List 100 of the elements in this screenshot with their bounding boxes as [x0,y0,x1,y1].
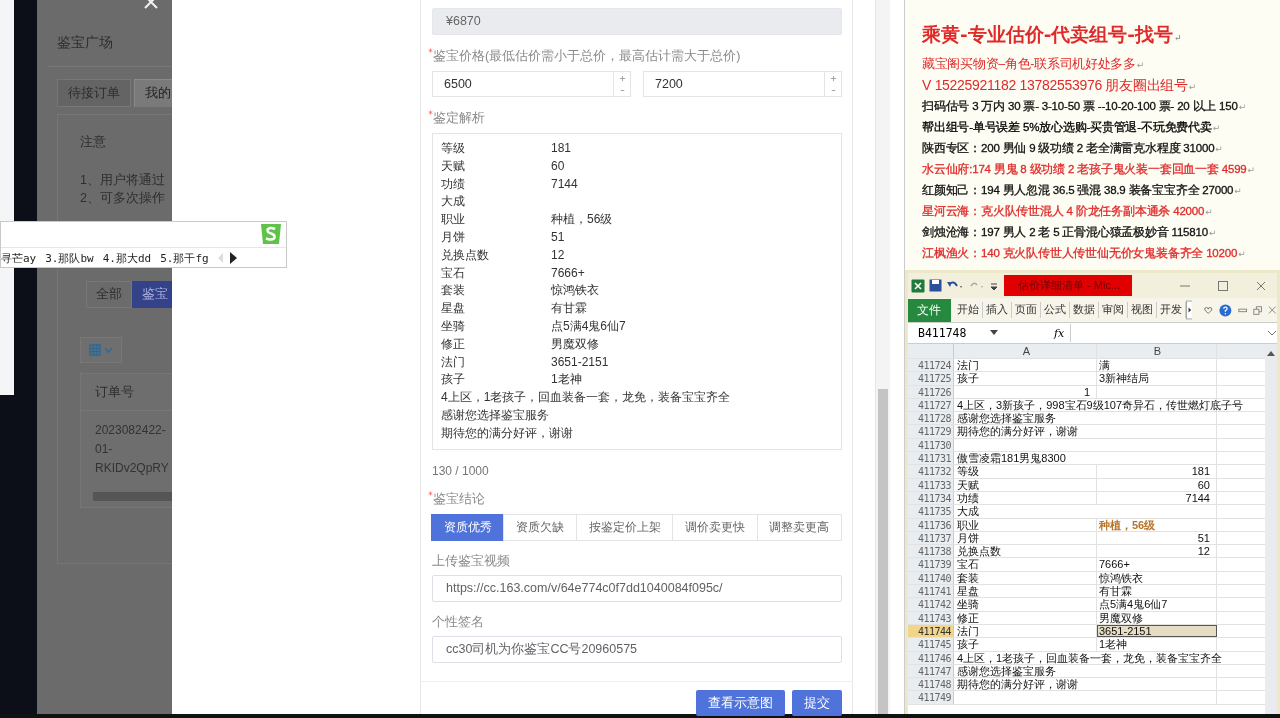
attribute-value: 7666+ [551,264,585,282]
document-line: 藏宝阁买物资–角色-联系司机好处多多 [922,57,1136,71]
ribbon-tab[interactable]: 视图 [1127,302,1157,318]
name-box[interactable]: B411748 [908,326,984,340]
row-number[interactable]: 411725 [908,372,954,385]
field-label: 上传鉴宝视频 [432,552,510,570]
filter-button[interactable]: 鉴宝 [132,281,172,308]
ribbon-tab[interactable]: 插入 [982,302,1012,318]
ribbon-tab[interactable]: 开始 [953,302,983,318]
number-input[interactable]: 6500 [432,71,631,97]
excel-icon[interactable] [911,278,925,293]
restore-icon[interactable] [1253,304,1263,316]
table-cell: 宝石 [957,558,979,571]
paragraph-mark: ↵ [1247,165,1255,175]
option-button[interactable]: 调价卖更快 [672,514,758,541]
save-icon[interactable] [929,279,942,292]
scroll-right-icon[interactable] [1185,299,1193,321]
table-cell: 4上区，3新孩子，998宝石9级107奇异石，传世燃灯底子号 [957,398,1244,411]
function-label[interactable]: fx [1054,326,1065,340]
attribute-name: 宝石 [441,264,466,282]
table-cell: 法门 [957,624,979,637]
column-header[interactable]: B [1097,344,1217,358]
row-number[interactable]: 411741 [908,585,954,598]
ribbon-tab[interactable]: 页面 [1011,302,1041,318]
ribbon-tab[interactable]: 数据 [1069,302,1099,318]
table-cell: 种植，56级 [1099,518,1156,531]
minimize-icon[interactable] [1237,305,1248,315]
ribbon-tab[interactable]: 公式 [1040,302,1070,318]
table-cell: 坐骑 [957,598,979,611]
help-icon[interactable] [1219,302,1232,318]
signature-field[interactable]: cc30司机为你鉴宝CC号20960575 [432,636,842,663]
customize-toolbar-icon[interactable] [990,280,998,291]
attribute-name: 孩子 [441,371,466,389]
next-page-icon[interactable] [229,252,237,264]
document-line: 陕西专区：200 男仙 9 级功绩 2 老全满雷克水程度 31000 [922,142,1215,154]
filter-button[interactable]: 全部 [86,281,132,308]
document-line: V 15225921182 13782553976 朋友圈出组号 [922,77,1188,93]
paragraph-mark: ↵ [1238,249,1246,259]
row-number[interactable]: 411729 [908,425,954,438]
table-cell: 12 [1197,545,1210,558]
maximize-icon[interactable] [1217,279,1229,292]
close-icon[interactable] [1255,279,1267,292]
row-number[interactable]: 411748 [908,678,954,691]
action-button[interactable]: 查看示意图 [696,690,785,716]
option-button[interactable]: 按鉴定价上架 [575,514,674,541]
video-url-field[interactable]: https://cc.163.com/v/64e774c0f7dd1040084f095c/ [432,575,842,602]
attribute-value: 12 [551,246,565,264]
option-button[interactable]: 调整卖更高 [756,514,843,541]
document-line: 扫码估号 3 万内 30 票- 3-10-50 票 --10-20-100 票- 20 以上 150 [922,100,1238,112]
column-toggle-button[interactable] [80,337,122,363]
close-icon[interactable] [1268,305,1277,315]
file-tab[interactable]: 文件 [908,298,951,322]
row-number[interactable]: 411728 [908,412,954,425]
table-cell: 满 [1099,359,1110,371]
ribbon-tab[interactable]: 开发 [1156,302,1186,318]
ribbon-tab[interactable]: 审阅 [1098,302,1128,318]
row-number[interactable]: 411749 [908,691,954,704]
table-cell: 等级 [957,465,979,478]
paragraph-mark: ↵ [1188,82,1196,92]
attribute-value: 60 [551,157,565,175]
table-cell: 月饼 [957,531,979,544]
option-button[interactable]: 资质优秀 [431,514,505,541]
row-number[interactable]: 411732 [908,465,954,478]
heart-icon[interactable] [1204,305,1213,315]
attribute-name: 天赋 [441,157,466,175]
table-cell: 大成 [957,505,979,518]
option-button[interactable]: 资质欠缺 [503,514,577,541]
paragraph-mark: ↵ [1174,33,1182,43]
attribute-value: 1老神 [551,371,582,389]
row-number[interactable]: 411731 [908,452,954,465]
candidate-word[interactable]: 4.那大dd [102,250,152,266]
column-header[interactable]: A [954,344,1097,358]
attribute-name: 兑换点数 [441,246,490,264]
row-number[interactable]: 411724 [908,359,954,372]
candidate-word[interactable]: 3.那队bw [45,250,94,266]
analysis-textarea[interactable]: 等级 181 天赋 60 功绩 7144 大成 职业 种植，56级 月饼 51 兑换点数 12 宝石 7666+ 套装 惊鸿铁衣 星盘 有甘霖 坐骑 点5满4鬼6仙7 修正 男魔双修 法门 3651-2151 孩子 1老神 4上区，1老孩子，回血装备一套，龙免，装备宝宝齐全 感谢您选择鉴宝服务 期待您的满分好评，谢谢 [432,133,842,450]
expand-icon[interactable] [1267,329,1277,337]
increment-icon[interactable] [829,74,837,82]
attribute-value: 7144 [551,175,578,193]
table-cell: 职业 [957,518,979,531]
scroll-up-icon[interactable] [1267,350,1275,356]
increment-icon[interactable] [618,74,626,82]
row-number[interactable]: 411742 [908,598,954,611]
row-number[interactable]: 411739 [908,558,954,571]
document-line: 星河云海：克火队传世混人 4 阶龙任务副本通杀 42000 [922,205,1205,217]
document-heading: 乘黄-专业估价-代卖组号-找号 [922,24,1174,45]
number-input[interactable]: 7200 [643,71,842,97]
action-button[interactable]: 提交 [792,690,842,716]
candidate-word[interactable]: 寻芒ay [1,250,37,266]
tab[interactable]: 我的 [134,79,172,107]
candidate-word[interactable]: 5.那干fg [160,250,209,266]
input-method-logo-icon[interactable] [258,222,284,246]
row-number[interactable]: 411738 [908,545,954,558]
scrollbar-thumb[interactable] [878,389,888,714]
row-number[interactable]: 411735 [908,505,954,518]
row-number[interactable]: 411745 [908,638,954,651]
field-label: 鉴定解析 [433,109,485,127]
caret-icon[interactable] [990,330,998,336]
paragraph-mark: ↵ [1212,123,1221,133]
notice-text: 1、用户将通过 [80,172,166,189]
